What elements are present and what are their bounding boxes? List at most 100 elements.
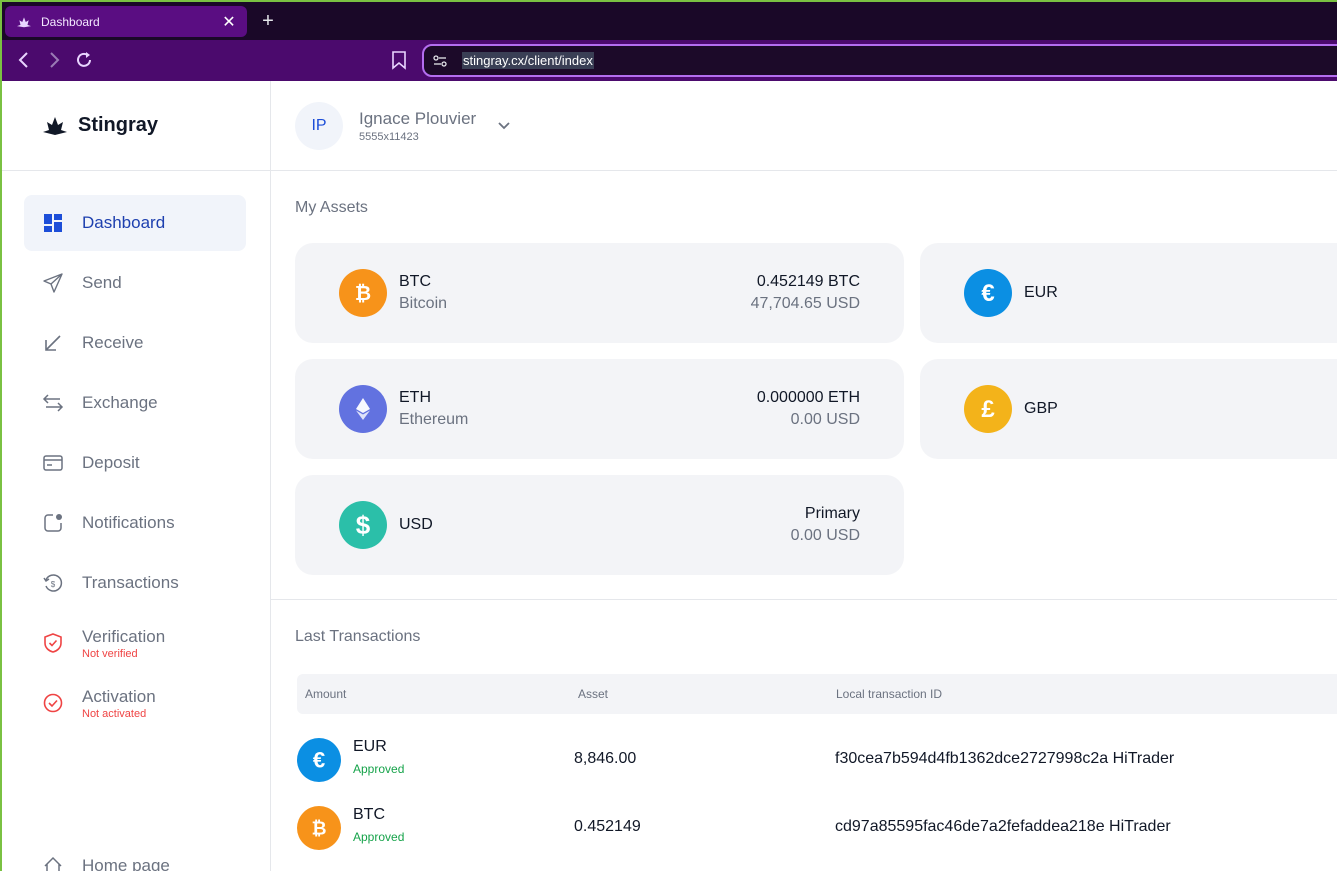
exchange-icon (42, 394, 64, 412)
transaction-currency: BTC Approved (353, 806, 404, 844)
browser-toolbar: stingray.cx/client/index (2, 40, 1337, 81)
stingray-favicon-icon (17, 16, 31, 27)
asset-full-name: Ethereum (399, 411, 469, 428)
asset-usd-value: 0.00 USD (790, 527, 860, 544)
bitcoin-icon: ₿ (339, 269, 387, 317)
asset-balance: Primary 0.00 USD (791, 505, 860, 545)
shield-icon (44, 633, 62, 653)
transaction-id: cd97a85595fac46de7a2fefaddea218e HiTrade… (835, 818, 1171, 835)
home-icon (44, 856, 62, 871)
table-row[interactable]: € EUR Approved 8,846.00 f30cea7b594d4fb1… (297, 736, 1337, 784)
sidebar-item-label: Activation (82, 686, 156, 706)
asset-card-gbp[interactable]: £ GBP (920, 359, 1337, 459)
topbar: IP Ignace Plouvier 5555x11423 (271, 81, 1337, 171)
svg-text:$: $ (51, 580, 56, 589)
sidebar-item-exchange[interactable]: Exchange (24, 375, 246, 431)
new-tab-button[interactable]: + (258, 10, 278, 32)
sidebar-item-deposit[interactable]: Deposit (24, 435, 246, 491)
verification-text: Verification Not verified (82, 627, 165, 660)
notifications-icon (44, 514, 62, 532)
site-settings-icon[interactable] (432, 53, 448, 69)
activation-text: Activation Not activated (82, 687, 156, 720)
dashboard-icon (44, 214, 62, 232)
stingray-logo-icon (43, 116, 67, 135)
column-header-amount: Amount (305, 687, 347, 701)
reload-icon[interactable] (74, 50, 94, 70)
asset-card-eth[interactable]: ETH Ethereum 0.000000 ETH 0.00 USD (295, 359, 904, 459)
bookmark-icon[interactable] (390, 50, 408, 70)
sidebar-item-verification[interactable]: Verification Not verified (24, 615, 246, 671)
sidebar-item-dashboard[interactable]: Dashboard (24, 195, 246, 251)
asset-balance: 0.000000 ETH 0.00 USD (757, 389, 860, 429)
receive-icon (45, 335, 61, 351)
transaction-code: BTC (353, 806, 385, 823)
asset-primary-label: Primary (804, 505, 860, 522)
transaction-code: EUR (353, 738, 387, 755)
deposit-icon (43, 455, 63, 471)
sidebar-item-label: Exchange (82, 393, 158, 412)
asset-card-btc[interactable]: ₿ BTC Bitcoin 0.452149 BTC 47,704.65 USD (295, 243, 904, 343)
user-info[interactable]: Ignace Plouvier 5555x11423 (359, 109, 476, 143)
asset-code: GBP (1024, 400, 1058, 417)
svg-text:€: € (981, 280, 994, 306)
sidebar-item-receive[interactable]: Receive (24, 315, 246, 371)
tab-close-icon[interactable]: ✕ (221, 12, 237, 32)
user-name: Ignace Plouvier (359, 108, 477, 128)
chevron-down-icon[interactable] (496, 117, 512, 133)
svg-text:€: € (313, 748, 325, 772)
asset-code: BTC (399, 273, 431, 290)
transaction-amount: 8,846.00 (574, 750, 637, 767)
table-row[interactable]: ₿ BTC Approved 0.452149 cd97a85595fac46d… (297, 804, 1337, 852)
back-icon[interactable] (14, 50, 34, 70)
check-circle-icon (43, 693, 63, 713)
svg-text:₿: ₿ (355, 283, 371, 305)
transaction-id: f30cea7b594d4fb1362dce2727998c2a HiTrade… (835, 750, 1175, 767)
asset-code: USD (399, 516, 433, 533)
my-assets-title: My Assets (295, 199, 368, 216)
svg-text:$: $ (356, 512, 371, 538)
url-text[interactable]: stingray.cx/client/index (462, 52, 594, 69)
brand[interactable]: Stingray (2, 81, 270, 171)
forward-icon[interactable] (44, 50, 64, 70)
sidebar: Stingray Dashboard Send Receive Exchange… (0, 81, 271, 871)
asset-code: ETH (399, 389, 431, 406)
verification-status: Not verified (82, 647, 138, 660)
tab-strip: Dashboard ✕ + (2, 2, 1337, 40)
address-bar[interactable]: stingray.cx/client/index (422, 44, 1337, 77)
asset-code: EUR (1024, 284, 1058, 301)
svg-text:£: £ (981, 396, 995, 422)
transaction-status: Approved (353, 830, 405, 844)
asset-name: EUR (1024, 284, 1316, 302)
dollar-icon: $ (339, 501, 387, 549)
asset-full-name: Bitcoin (399, 295, 448, 312)
sidebar-item-notifications[interactable]: Notifications (24, 495, 246, 551)
sidebar-item-label: Verification (82, 626, 166, 646)
main-content: IP Ignace Plouvier 5555x11423 My Assets … (271, 81, 1337, 871)
asset-amount: 0.452149 BTC (756, 273, 860, 290)
sidebar-item-label: Home page (82, 856, 170, 871)
transactions-table-header: Amount Asset Local transaction ID (297, 674, 1337, 714)
sidebar-item-home[interactable]: Home page (42, 855, 170, 871)
svg-text:₿: ₿ (311, 817, 326, 838)
sidebar-item-activation[interactable]: Activation Not activated (24, 675, 246, 731)
asset-name: GBP (1024, 400, 1316, 418)
avatar[interactable]: IP (295, 101, 343, 150)
asset-card-eur[interactable]: € EUR (920, 243, 1337, 343)
column-header-transaction-id: Local transaction ID (836, 687, 943, 701)
section-divider (271, 599, 1337, 600)
asset-name: ETH Ethereum (399, 389, 757, 429)
send-icon (43, 273, 63, 293)
activation-status: Not activated (82, 707, 147, 720)
sidebar-item-label: Receive (82, 333, 144, 352)
asset-usd-value: 47,704.65 USD (750, 295, 860, 312)
transaction-amount: 0.452149 (574, 818, 641, 835)
transactions-icon: $ (43, 574, 63, 592)
asset-card-usd[interactable]: $ USD Primary 0.00 USD (295, 475, 904, 575)
asset-usd-value: 0.00 USD (790, 411, 860, 428)
sidebar-item-transactions[interactable]: $ Transactions (24, 555, 246, 611)
sidebar-item-label: Transactions (82, 573, 179, 592)
asset-amount: 0.000000 ETH (756, 389, 860, 406)
euro-icon: € (297, 738, 341, 782)
browser-tab-dashboard[interactable]: Dashboard ✕ (5, 6, 247, 37)
sidebar-item-send[interactable]: Send (24, 255, 246, 311)
